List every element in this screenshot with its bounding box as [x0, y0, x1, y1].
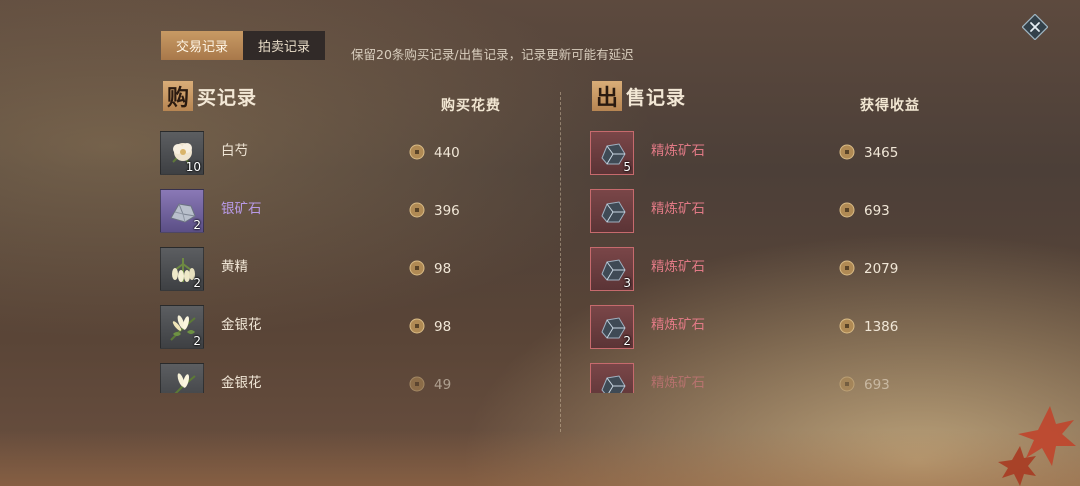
refined-ore-icon: 5	[590, 131, 634, 175]
section-divider	[560, 92, 561, 432]
trade-record-panel: 交易记录 拍卖记录 保留20条购买记录/出售记录，记录更新可能有延迟 购 买记录…	[0, 0, 1080, 486]
item-quantity: 2	[623, 334, 631, 348]
sell-income-header: 获得收益	[860, 98, 920, 114]
copper-coin-icon	[409, 260, 425, 276]
refined-ore-icon: 2	[590, 305, 634, 349]
item-quantity: 2	[193, 218, 201, 232]
silver-ore-icon: 2	[160, 189, 204, 233]
copper-coin-icon	[839, 376, 855, 392]
sell-section-title: 出 售记录	[592, 81, 686, 111]
sell-title-badge: 出	[592, 81, 622, 111]
item-price: 693	[864, 377, 890, 393]
list-item[interactable]: 精炼矿石 693	[590, 189, 930, 233]
honeysuckle-icon	[160, 363, 204, 393]
buy-title-text: 买记录	[197, 86, 258, 109]
item-price: 2079	[864, 261, 899, 277]
item-quantity: 5	[623, 160, 631, 174]
list-item[interactable]: 精炼矿石 693	[590, 363, 930, 393]
item-price: 49	[434, 377, 452, 393]
item-price: 3465	[864, 145, 899, 161]
buy-section-title: 购 买记录	[163, 81, 257, 111]
item-price: 440	[434, 145, 460, 161]
copper-coin-icon	[409, 318, 425, 334]
tab-trade-records[interactable]: 交易记录	[161, 31, 243, 60]
item-price: 98	[434, 319, 452, 335]
tab-auction-records[interactable]: 拍卖记录	[243, 31, 325, 60]
honeysuckle-icon: 2	[160, 305, 204, 349]
item-quantity: 2	[193, 334, 201, 348]
list-item[interactable]: 2 银矿石 396	[160, 189, 500, 233]
list-item[interactable]: 10 白芍 440	[160, 131, 500, 175]
item-name: 精炼矿石	[651, 201, 705, 217]
item-quantity: 2	[193, 276, 201, 290]
buy-title-badge: 购	[163, 81, 193, 111]
copper-coin-icon	[839, 260, 855, 276]
flower-icon: 10	[160, 131, 204, 175]
refined-ore-icon	[590, 363, 634, 393]
item-name: 白芍	[221, 143, 248, 159]
item-name: 精炼矿石	[651, 143, 705, 159]
copper-coin-icon	[839, 202, 855, 218]
item-price: 98	[434, 261, 452, 277]
item-name: 金银花	[221, 317, 262, 333]
tab-bar: 交易记录 拍卖记录	[161, 31, 325, 60]
maple-leaf-decoration	[998, 406, 1076, 486]
copper-coin-icon	[839, 318, 855, 334]
copper-coin-icon	[839, 144, 855, 160]
item-name: 精炼矿石	[651, 375, 705, 391]
buy-cost-header: 购买花费	[441, 98, 501, 114]
copper-coin-icon	[409, 202, 425, 218]
item-name: 银矿石	[221, 201, 262, 217]
list-item[interactable]: 2 金银花 98	[160, 305, 500, 349]
close-icon[interactable]	[1021, 13, 1049, 41]
item-quantity: 10	[185, 160, 201, 174]
item-name: 金银花	[221, 375, 262, 391]
item-name: 黄精	[221, 259, 248, 275]
refined-ore-icon: 3	[590, 247, 634, 291]
item-name: 精炼矿石	[651, 317, 705, 333]
copper-coin-icon	[409, 376, 425, 392]
refined-ore-icon	[590, 189, 634, 233]
list-item[interactable]: 金银花 49	[160, 363, 500, 393]
item-name: 精炼矿石	[651, 259, 705, 275]
copper-coin-icon	[409, 144, 425, 160]
sell-title-text: 售记录	[626, 86, 687, 109]
item-price: 693	[864, 203, 890, 219]
record-notice: 保留20条购买记录/出售记录，记录更新可能有延迟	[351, 47, 634, 62]
list-item[interactable]: 3 精炼矿石 2079	[590, 247, 930, 291]
list-item[interactable]: 2 黄精 98	[160, 247, 500, 291]
list-item[interactable]: 2 精炼矿石 1386	[590, 305, 930, 349]
list-item[interactable]: 5 精炼矿石 3465	[590, 131, 930, 175]
item-quantity: 3	[623, 276, 631, 290]
herb-icon: 2	[160, 247, 204, 291]
item-price: 396	[434, 203, 460, 219]
item-price: 1386	[864, 319, 899, 335]
